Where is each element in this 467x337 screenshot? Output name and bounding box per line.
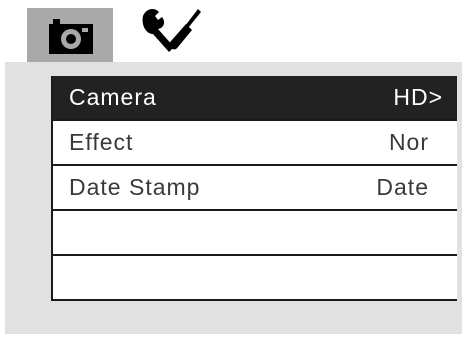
menu-item-label: Date Stamp bbox=[69, 174, 201, 200]
wrench-screwdriver-icon bbox=[142, 8, 201, 52]
menu-item-label: Effect bbox=[69, 129, 134, 155]
tab-bar bbox=[0, 0, 467, 62]
menu-item-value: Date bbox=[376, 174, 429, 200]
settings-panel: Camera HD> Effect Nor Date Stamp Date bbox=[5, 62, 462, 334]
menu-item-effect[interactable]: Effect Nor bbox=[53, 121, 457, 166]
menu-item-date-stamp[interactable]: Date Stamp Date bbox=[53, 166, 457, 211]
menu-item-value: Nor bbox=[388, 129, 429, 155]
menu-item-camera[interactable]: Camera HD> bbox=[53, 76, 457, 121]
camera-icon bbox=[49, 19, 93, 54]
tab-settings[interactable] bbox=[135, 6, 205, 60]
tab-camera[interactable] bbox=[27, 8, 113, 62]
menu-item-label: Camera bbox=[69, 84, 157, 110]
menu-item-value: HD> bbox=[393, 84, 443, 110]
camera-menu: Camera HD> Effect Nor Date Stamp Date bbox=[51, 76, 457, 301]
menu-item-empty bbox=[53, 256, 457, 301]
menu-item-empty bbox=[53, 211, 457, 256]
